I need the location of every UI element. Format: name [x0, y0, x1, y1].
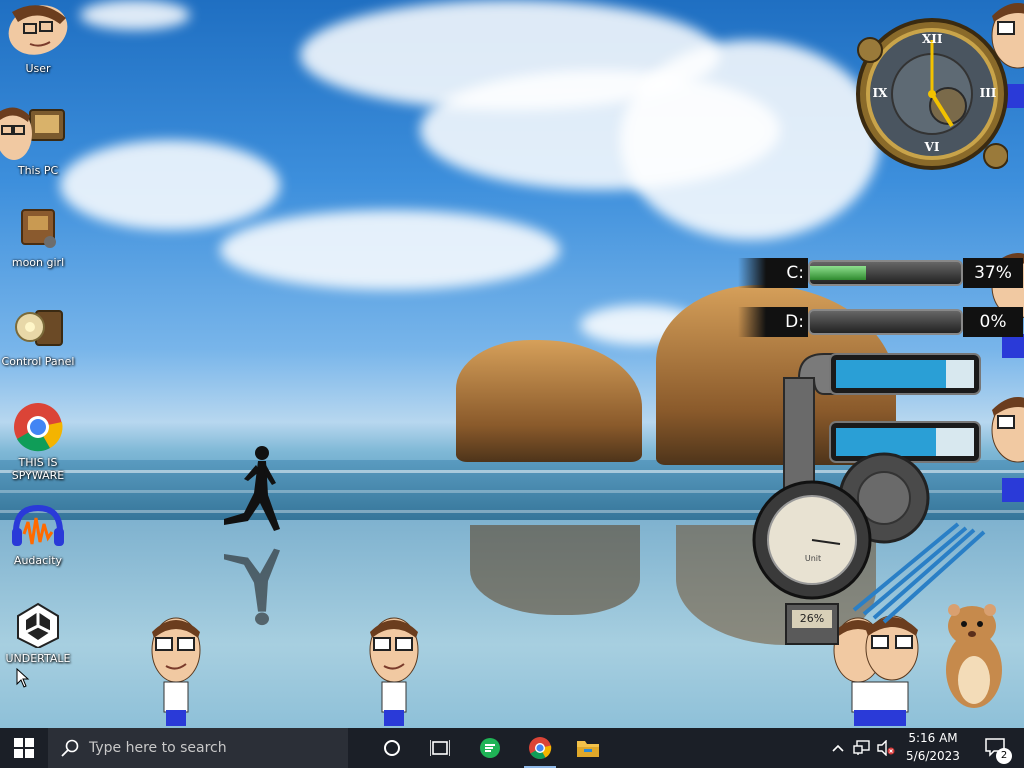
cortana-button[interactable] — [372, 728, 412, 768]
desktop-icon-label: This PC — [17, 164, 59, 177]
steampunk-clock-widget[interactable]: XII III VI IX — [848, 6, 1009, 170]
drive-usage-bar — [808, 260, 963, 286]
drive-gauge-c[interactable]: C: 37% — [738, 258, 1024, 288]
show-hidden-icons-button[interactable] — [828, 728, 848, 768]
clock-tray[interactable]: 5:16 AM 5/6/2023 — [900, 728, 966, 768]
volume-muted-icon — [877, 740, 895, 756]
meter-percent: 26% — [799, 612, 825, 625]
task-view-button[interactable] — [420, 728, 460, 768]
desktop-icon-label: Audacity — [13, 554, 63, 567]
notification-center-button[interactable]: 2 — [976, 728, 1016, 768]
runner-silhouette — [224, 446, 280, 626]
sheets-app-icon — [480, 738, 500, 758]
desktop-icon-undertale[interactable]: UNDERTALE — [0, 602, 76, 665]
desktop-icon-user[interactable]: User — [0, 2, 76, 75]
drive-letter: C: — [738, 258, 808, 288]
mouse-cursor-icon — [16, 668, 30, 688]
search-placeholder: Type here to search — [89, 740, 227, 756]
file-explorer-icon — [577, 741, 599, 757]
desktop-icon-label: Control Panel — [1, 355, 75, 368]
clock-numeral: VI — [924, 140, 940, 154]
drive-usage-fill — [810, 266, 866, 280]
desktop-icon-this-pc[interactable]: This PC — [0, 104, 76, 177]
start-button[interactable] — [0, 728, 48, 768]
taskbar-app-file-explorer[interactable] — [568, 728, 608, 768]
taskbar-search-box[interactable]: Type here to search — [48, 728, 348, 768]
taskbar: Type here to search 5:16 AM 5/6/2023 2 — [0, 728, 1024, 768]
desktop-icon-label: THIS IS SPYWARE — [11, 456, 65, 482]
cartoon-man-sticker — [151, 617, 201, 726]
computer-icon — [0, 107, 65, 160]
steampunk-meter-widget[interactable]: Unit 26% — [744, 348, 1004, 648]
clock-time: 5:16 AM — [908, 731, 958, 745]
drive-letter: D: — [738, 307, 808, 337]
unity-icon — [17, 602, 59, 650]
taskbar-app-chrome[interactable] — [520, 728, 560, 768]
task-view-icon — [430, 740, 450, 756]
notification-count: 2 — [1000, 750, 1008, 761]
clock-date: 5/6/2023 — [906, 749, 960, 763]
taskbar-app-sheets[interactable] — [470, 728, 510, 768]
desktop-wallpaper: User This PC moon girl Control Panel THI… — [0, 0, 1024, 728]
network-icon — [853, 740, 870, 755]
desktop-icon-moon-girl[interactable]: moon girl — [0, 206, 76, 269]
folder-icon — [21, 209, 56, 248]
drive-usage-bar — [808, 309, 963, 335]
meter-dial-caption: Unit — [804, 554, 822, 563]
notification-badge: 2 — [996, 748, 1012, 764]
rock-left — [456, 340, 642, 462]
search-icon — [61, 739, 79, 757]
volume-tray-button[interactable] — [874, 728, 898, 768]
desktop-icon-label: moon girl — [11, 256, 65, 269]
cartoon-man-sticker — [369, 617, 419, 726]
drive-usage-percent: 37% — [963, 258, 1023, 288]
chrome-icon — [14, 403, 63, 452]
desktop-icon-label: UNDERTALE — [5, 652, 71, 665]
clock-numeral: IX — [872, 86, 888, 100]
cortana-circle-icon — [384, 740, 400, 756]
drive-gauge-d[interactable]: D: 0% — [738, 307, 1024, 337]
desktop-icon-spyware[interactable]: THIS IS SPYWARE — [0, 402, 76, 482]
drive-usage-percent: 0% — [963, 307, 1023, 337]
clock-numeral: III — [979, 86, 997, 100]
network-tray-button[interactable] — [850, 728, 874, 768]
chevron-up-icon — [832, 744, 844, 752]
control-panel-icon — [15, 310, 63, 346]
chrome-icon — [529, 737, 552, 759]
user-folder-icon — [8, 5, 68, 55]
clock-numeral: XII — [922, 32, 943, 46]
desktop-icon-label: User — [25, 62, 51, 75]
desktop-icon-audacity[interactable]: Audacity — [0, 504, 76, 567]
audacity-icon — [12, 504, 64, 546]
desktop-icon-control-panel[interactable]: Control Panel — [0, 305, 76, 368]
windows-logo-icon — [14, 738, 34, 758]
